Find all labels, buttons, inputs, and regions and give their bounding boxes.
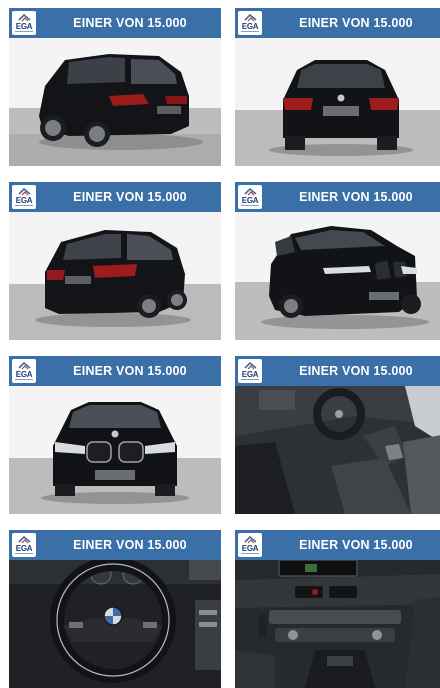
photo-banner: EGA EINER VON 15.000 bbox=[235, 530, 440, 560]
photo-banner: EGA EINER VON 15.000 bbox=[9, 356, 221, 386]
banner-label: EINER VON 15.000 bbox=[299, 538, 413, 552]
ega-logo: EGA bbox=[238, 533, 262, 557]
ega-logo-mark-icon bbox=[244, 362, 257, 370]
ega-logo: EGA bbox=[238, 185, 262, 209]
ega-logo-text: EGA bbox=[241, 544, 259, 553]
ega-logo-mark-icon bbox=[244, 188, 257, 196]
banner-label: EINER VON 15.000 bbox=[73, 364, 187, 378]
car-photo-front-three-quarter bbox=[235, 212, 440, 340]
banner-label: EINER VON 15.000 bbox=[73, 538, 187, 552]
car-photo-rear-three-quarter-right bbox=[9, 212, 221, 340]
photo-tile-7[interactable]: EGA EINER VON 15.000 bbox=[9, 530, 221, 688]
ega-logo-text: EGA bbox=[15, 370, 33, 379]
photo-banner: EGA EINER VON 15.000 bbox=[235, 182, 440, 212]
car-photo-steering-wheel bbox=[9, 560, 221, 688]
ega-logo-mark-icon bbox=[18, 188, 31, 196]
ega-logo-mark-icon bbox=[244, 14, 257, 22]
banner-label: EINER VON 15.000 bbox=[73, 16, 187, 30]
ega-logo-mark-icon bbox=[244, 536, 257, 544]
banner-label: EINER VON 15.000 bbox=[299, 364, 413, 378]
ega-logo: EGA bbox=[238, 359, 262, 383]
ega-logo-text: EGA bbox=[15, 544, 33, 553]
photo-banner: EGA EINER VON 15.000 bbox=[9, 8, 221, 38]
banner-label: EINER VON 15.000 bbox=[299, 16, 413, 30]
photo-tile-4[interactable]: EGA EINER VON 15.000 bbox=[235, 182, 440, 340]
ega-logo-text: EGA bbox=[241, 22, 259, 31]
photo-banner: EGA EINER VON 15.000 bbox=[235, 356, 440, 386]
ega-logo-text: EGA bbox=[241, 196, 259, 205]
photo-tile-1[interactable]: EGA EINER VON 15.000 bbox=[9, 8, 221, 166]
photo-tile-2[interactable]: EGA EINER VON 15.000 bbox=[235, 8, 440, 166]
banner-label: EINER VON 15.000 bbox=[73, 190, 187, 204]
ega-logo-text: EGA bbox=[15, 22, 33, 31]
car-photo-rear bbox=[235, 38, 440, 166]
ega-logo: EGA bbox=[12, 11, 36, 35]
photo-banner: EGA EINER VON 15.000 bbox=[9, 182, 221, 212]
car-photo-front bbox=[9, 386, 221, 514]
photo-tile-5[interactable]: EGA EINER VON 15.000 bbox=[9, 356, 221, 514]
photo-banner: EGA EINER VON 15.000 bbox=[9, 530, 221, 560]
ega-logo-mark-icon bbox=[18, 14, 31, 22]
photo-tile-8[interactable]: EGA EINER VON 15.000 bbox=[235, 530, 440, 688]
ega-logo-mark-icon bbox=[18, 362, 31, 370]
ega-logo: EGA bbox=[12, 185, 36, 209]
photo-tile-6[interactable]: EGA EINER VON 15.000 bbox=[235, 356, 440, 514]
ega-logo: EGA bbox=[12, 359, 36, 383]
ega-logo-text: EGA bbox=[241, 370, 259, 379]
banner-label: EINER VON 15.000 bbox=[299, 190, 413, 204]
ega-logo-mark-icon bbox=[18, 536, 31, 544]
ega-logo-text: EGA bbox=[15, 196, 33, 205]
car-photo-center-console bbox=[235, 560, 440, 688]
ega-logo: EGA bbox=[12, 533, 36, 557]
photo-tile-3[interactable]: EGA EINER VON 15.000 bbox=[9, 182, 221, 340]
ega-logo: EGA bbox=[238, 11, 262, 35]
car-photo-interior-seats bbox=[235, 386, 440, 514]
car-photo-rear-three-quarter-left bbox=[9, 38, 221, 166]
listing-photo-grid: EGA EINER VON 15.000 EGA EINER VON 15.00… bbox=[0, 0, 440, 688]
photo-banner: EGA EINER VON 15.000 bbox=[235, 8, 440, 38]
